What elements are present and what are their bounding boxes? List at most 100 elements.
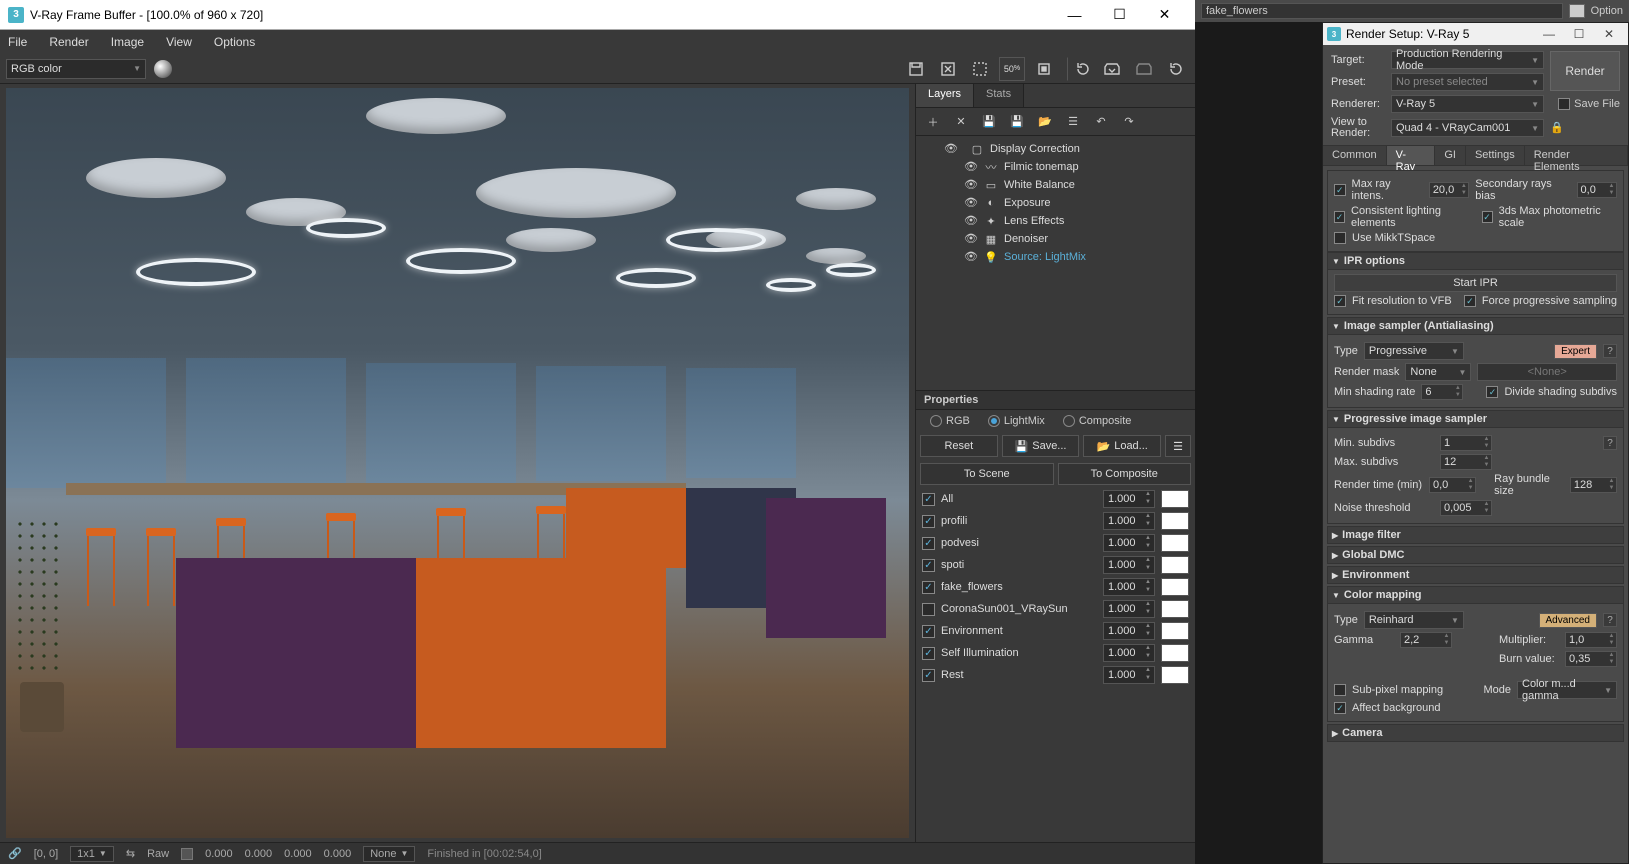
lm-name[interactable]: podvesi [941,537,1097,549]
ipr-icon[interactable] [1131,57,1157,81]
target-dropdown[interactable]: Production Rendering Mode▼ [1391,51,1544,69]
eye-icon[interactable]: 👁 [964,250,978,264]
min-subdivs-input[interactable]: 1▲▼ [1440,435,1492,451]
chk-max-ray[interactable] [1334,184,1346,196]
layer-item[interactable]: White Balance [1004,179,1075,191]
delete-layer-icon[interactable]: ✕ [952,113,970,131]
lm-checkbox[interactable] [922,581,935,594]
lm-multiplier-input[interactable]: 1.000▲▼ [1103,666,1155,684]
lm-multiplier-input[interactable]: 1.000▲▼ [1103,490,1155,508]
save-button[interactable]: 💾 Save... [1002,435,1080,457]
chk-photometric[interactable] [1482,211,1493,223]
lm-color-swatch[interactable] [1161,622,1189,640]
lm-name[interactable]: fake_flowers [941,581,1097,593]
layer-item[interactable]: Filmic tonemap [1004,161,1079,173]
load-preset-icon[interactable]: 📂 [1036,113,1054,131]
channel-select[interactable]: RGB color▼ [6,59,146,79]
rollout-camera-head[interactable]: ▶Camera [1327,724,1624,742]
rollout-env-head[interactable]: ▶Environment [1327,566,1624,584]
tab-settings[interactable]: Settings [1466,146,1525,165]
menu-file[interactable]: File [8,35,27,49]
help-icon[interactable]: ? [1603,613,1617,627]
eye-icon[interactable]: 👁 [964,214,978,228]
link-icon[interactable]: 🔗 [8,847,22,860]
help-icon[interactable]: ? [1603,344,1617,358]
clear-image-icon[interactable] [935,57,961,81]
lm-name[interactable]: CoronaSun001_VRaySun [941,603,1097,615]
lm-multiplier-input[interactable]: 1.000▲▼ [1103,622,1155,640]
zoom-percent-icon[interactable]: 50% [999,57,1025,81]
eye-icon[interactable]: 👁 [964,232,978,246]
view-dropdown[interactable]: Quad 4 - VRayCam001▼ [1391,119,1544,137]
max-ray-input[interactable]: 20,0▲▼ [1429,182,1469,198]
lm-checkbox[interactable] [922,493,935,506]
layer-options-icon[interactable]: ☰ [1064,113,1082,131]
menu-image[interactable]: Image [111,35,144,49]
cmap-mode-dropdown[interactable]: Color m...d gamma▼ [1517,681,1617,699]
tab-common[interactable]: Common [1323,146,1387,165]
render-viewport[interactable] [0,84,915,842]
lm-color-swatch[interactable] [1161,534,1189,552]
rs-close-button[interactable]: ✕ [1594,27,1624,41]
radio-lightmix[interactable]: LightMix [988,415,1045,427]
tab-gi[interactable]: GI [1435,146,1466,165]
lm-multiplier-input[interactable]: 1.000▲▼ [1103,512,1155,530]
status-resolution[interactable]: 1x1▼ [70,846,114,862]
rollout-sampler-head[interactable]: ▼Image sampler (Antialiasing) [1327,317,1624,335]
noise-input[interactable]: 0,005▲▼ [1440,500,1492,516]
lm-checkbox[interactable] [922,537,935,550]
lm-name[interactable]: profili [941,515,1097,527]
save-all-icon[interactable]: 💾 [1008,113,1026,131]
undo-icon[interactable]: ↶ [1092,113,1110,131]
burn-input[interactable]: 0,35▲▼ [1565,651,1617,667]
minimize-button[interactable]: — [1052,1,1097,29]
max-subdivs-input[interactable]: 12▲▼ [1440,454,1492,470]
eye-icon[interactable]: 👁 [964,160,978,174]
chk-divide[interactable] [1486,386,1498,398]
add-layer-icon[interactable]: ＋ [924,113,942,131]
lm-color-swatch[interactable] [1161,490,1189,508]
lm-color-swatch[interactable] [1161,578,1189,596]
reset-button[interactable]: Reset [920,435,998,457]
lm-name[interactable]: Rest [941,669,1097,681]
menu-view[interactable]: View [166,35,192,49]
rs-body[interactable]: Max ray intens.20,0▲▼Secondary rays bias… [1323,166,1628,863]
layer-item[interactable]: Lens Effects [1004,215,1064,227]
radio-composite[interactable]: Composite [1063,415,1132,427]
lm-multiplier-input[interactable]: 1.000▲▼ [1103,600,1155,618]
lm-color-swatch[interactable] [1161,644,1189,662]
preset-dropdown[interactable]: No preset selected▼ [1391,73,1544,91]
bundle-input[interactable]: 128▲▼ [1570,477,1617,493]
eye-icon[interactable]: 👁 [964,178,978,192]
layer-display-correction[interactable]: Display Correction [990,143,1080,155]
tab-render-elements[interactable]: Render Elements [1525,146,1628,165]
lm-checkbox[interactable] [922,603,935,616]
follow-mouse-icon[interactable] [1031,57,1057,81]
radio-rgb[interactable]: RGB [930,415,970,427]
save-file-checkbox[interactable]: Save File [1550,98,1620,110]
render-button[interactable]: Render [1550,51,1620,91]
save-image-icon[interactable] [903,57,929,81]
render-time-input[interactable]: 0,0▲▼ [1429,477,1476,493]
lm-checkbox[interactable] [922,515,935,528]
to-composite-button[interactable]: To Composite [1058,463,1192,485]
rs-minimize-button[interactable]: — [1534,27,1564,41]
lm-checkbox[interactable] [922,669,935,682]
chk-affect-bg[interactable] [1334,702,1346,714]
lm-name[interactable]: All [941,493,1097,505]
cmap-type-dropdown[interactable]: Reinhard▼ [1364,611,1464,629]
chk-mikkt[interactable] [1334,232,1346,244]
lm-color-swatch[interactable] [1161,666,1189,684]
rollout-prog-head[interactable]: ▼Progressive image sampler [1327,410,1624,428]
lm-checkbox[interactable] [922,625,935,638]
render-icon[interactable] [1099,57,1125,81]
advanced-badge[interactable]: Advanced [1539,613,1597,628]
lm-multiplier-input[interactable]: 1.000▲▼ [1103,534,1155,552]
scene-material-field[interactable]: fake_flowers [1201,3,1563,19]
lm-multiplier-input[interactable]: 1.000▲▼ [1103,556,1155,574]
region-render-icon[interactable] [967,57,993,81]
to-scene-button[interactable]: To Scene [920,463,1054,485]
chk-subpixel[interactable] [1334,684,1346,696]
lm-color-swatch[interactable] [1161,556,1189,574]
chk-fit-vfb[interactable] [1334,295,1346,307]
